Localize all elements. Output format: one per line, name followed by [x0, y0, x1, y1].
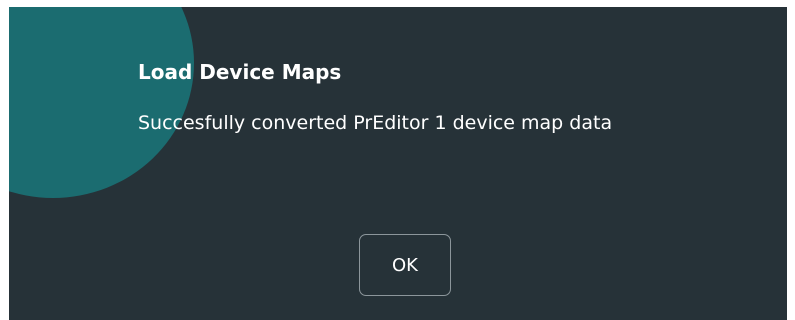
ok-button-label: OK [392, 254, 418, 276]
message-dialog: Load Device Maps Succesfully converted P… [9, 7, 787, 320]
dialog-title: Load Device Maps [138, 60, 342, 84]
ok-button[interactable]: OK [359, 234, 451, 296]
window-frame: Load Device Maps Succesfully converted P… [0, 0, 795, 320]
dialog-message: Succesfully converted PrEditor 1 device … [138, 112, 613, 134]
info-icon [9, 7, 194, 198]
